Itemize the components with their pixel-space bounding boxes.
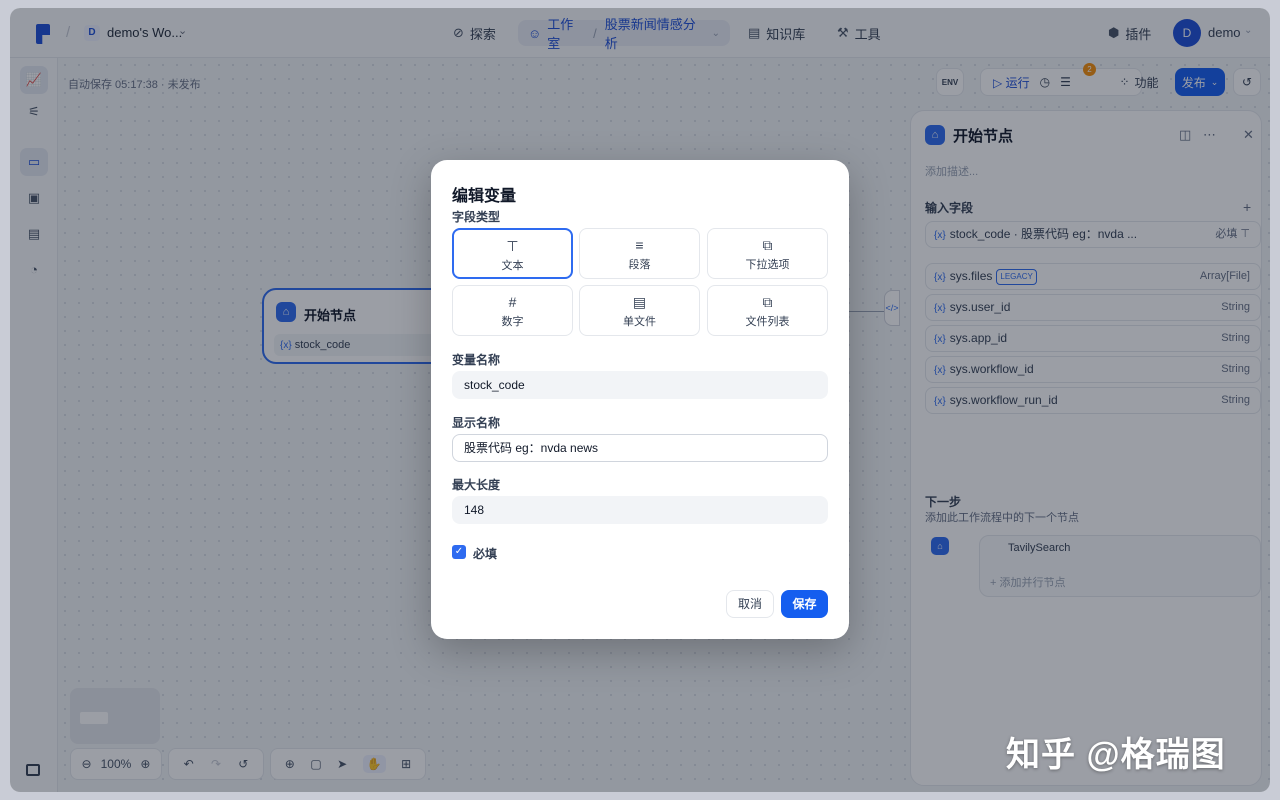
max-length-input[interactable]: 148 (452, 496, 828, 524)
type-paragraph-option[interactable]: ≡ 段落 (579, 228, 700, 279)
modal-title: 编辑变量 (452, 188, 517, 205)
number-icon: # (508, 294, 517, 310)
type-label: 数字 (501, 316, 524, 328)
watermark: 知乎 @格瑞图 (1006, 736, 1226, 774)
type-file-list-option[interactable]: ⧉ 文件列表 (707, 285, 828, 336)
edit-variable-modal: 编辑变量 字段类型 ⊤ 文本 ≡ 段落 ⧉ 下拉选项 # 数字 ▤ 单文件 ⧉ … (431, 160, 849, 639)
type-select-option[interactable]: ⧉ 下拉选项 (707, 228, 828, 279)
type-label: 单文件 (623, 316, 656, 328)
save-button[interactable]: 保存 (781, 590, 828, 618)
app-window: / D demo's Wo... ⌄ ⊘ 探索 ☺ 工作室 / 股票新闻情感分析… (10, 8, 1270, 792)
type-number-option[interactable]: # 数字 (452, 285, 573, 336)
select-icon: ⧉ (762, 237, 773, 253)
type-label: 下拉选项 (745, 259, 790, 271)
cancel-button[interactable]: 取消 (726, 590, 774, 618)
required-label[interactable]: 必填 (473, 545, 497, 562)
paragraph-icon: ≡ (635, 237, 644, 253)
required-checkbox[interactable]: ✓ (452, 545, 466, 559)
variable-name-label: 变量名称 (452, 353, 501, 367)
type-text-option[interactable]: ⊤ 文本 (452, 228, 573, 279)
type-label: 文本 (501, 260, 524, 272)
file-list-icon: ⧉ (762, 294, 773, 310)
display-name-label: 显示名称 (452, 416, 501, 430)
display-name-input[interactable]: 股票代码 eg：nvda news (452, 434, 828, 462)
type-file-option[interactable]: ▤ 单文件 (579, 285, 700, 336)
type-label: 文件列表 (745, 316, 790, 328)
text-box-icon: ⊤ (506, 238, 519, 254)
max-length-label: 最大长度 (452, 478, 501, 492)
type-label: 段落 (628, 259, 651, 271)
variable-name-input[interactable]: stock_code (452, 371, 828, 399)
field-type-label: 字段类型 (452, 210, 501, 224)
file-icon: ▤ (632, 294, 647, 310)
